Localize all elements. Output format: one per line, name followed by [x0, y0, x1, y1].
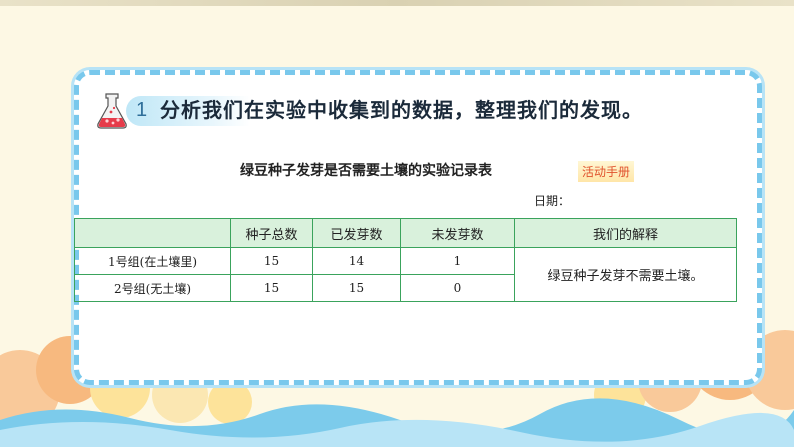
sprouted-cell: 14 — [312, 247, 401, 275]
not-sprouted-cell: 0 — [400, 274, 515, 302]
header-not-sprouted: 未发芽数 — [400, 218, 515, 248]
date-label: 日期： — [534, 194, 571, 208]
header-sprouted: 已发芽数 — [312, 218, 401, 248]
table-header-row: 种子总数 已发芽数 未发芽数 我们的解释 — [74, 218, 737, 248]
table-row: 1号组(在土壤里) 15 14 1 绿豆种子发芽不需要土壤。 — [74, 247, 737, 302]
total-cell: 15 — [230, 247, 313, 275]
header-explanation: 我们的解释 — [514, 218, 737, 248]
total-cell: 15 — [230, 274, 313, 302]
activity-handbook-tag: 活动手册 — [578, 161, 635, 182]
header-blank — [74, 218, 231, 248]
conclusion-cell: 绿豆种子发芽不需要土壤。 — [514, 247, 737, 302]
not-sprouted-cell: 1 — [400, 247, 515, 275]
step-instruction: 分析我们在实验中收集到的数据，整理我们的发现。 — [160, 98, 643, 122]
sprouted-cell: 15 — [312, 274, 401, 302]
experiment-record-table: 种子总数 已发芽数 未发芽数 我们的解释 1号组(在土壤里) 15 14 1 绿… — [74, 218, 737, 302]
header-total: 种子总数 — [230, 218, 313, 248]
group-cell: 1号组(在土壤里) — [74, 247, 231, 275]
table-title: 绿豆种子发芽是否需要土壤的实验记录表 — [240, 163, 492, 179]
step-number: 1 — [136, 99, 148, 121]
group-cell: 2号组(无土壤) — [74, 274, 231, 302]
cloud-yellow-left-3 — [208, 380, 252, 424]
